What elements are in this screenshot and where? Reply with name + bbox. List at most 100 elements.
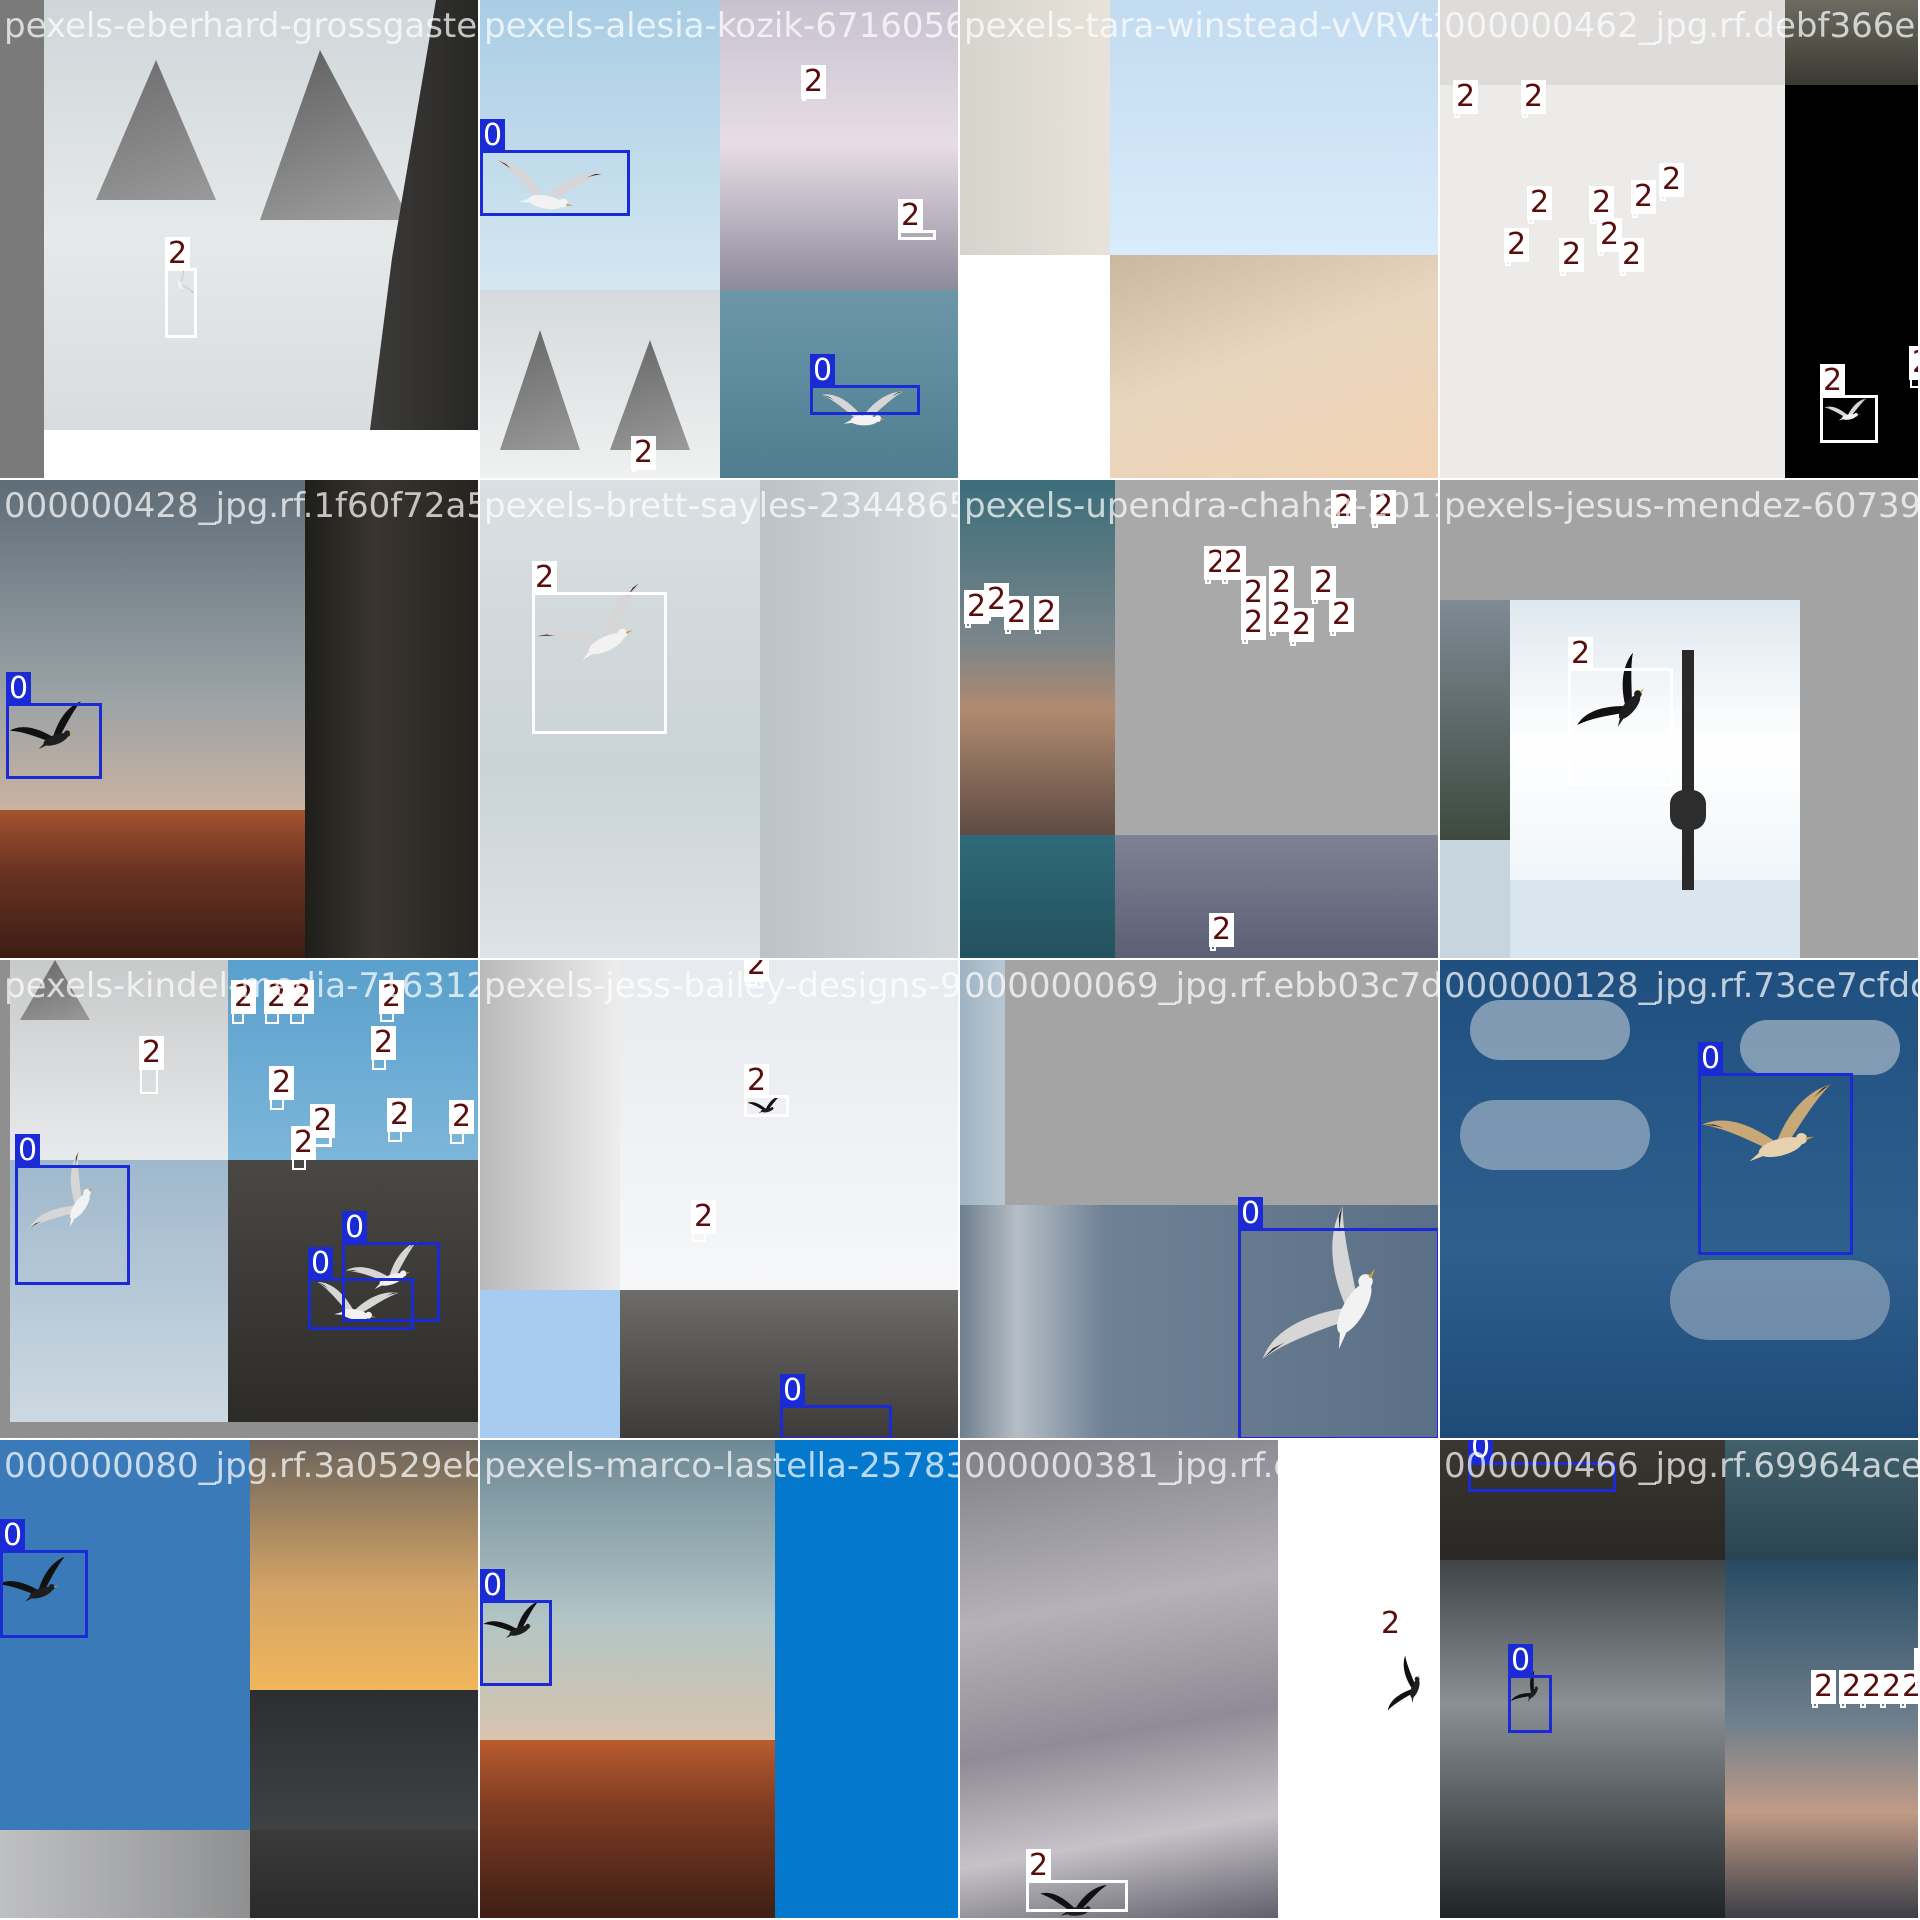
mosaic-tile: 0222pexels-jess-bailey-designs-929770_jp… [480, 960, 960, 1440]
bbox-class-2: 2 [379, 980, 405, 1022]
class-label: 2 [1269, 566, 1295, 600]
image-region [775, 1440, 958, 1918]
mosaic-tile: 0 000000069_jpg.rf.ebb03c7d63 [960, 960, 1440, 1440]
class-label: 2 [1026, 1849, 1052, 1883]
image-region [960, 480, 1115, 835]
bbox-class-2: 2 [1589, 186, 1615, 224]
image-region [1440, 1560, 1725, 1918]
bbox-class-2: 2 [1914, 1648, 1918, 1686]
class-label: 2 [1371, 490, 1397, 524]
class-label: 0 [480, 119, 506, 153]
class-label: 0 [15, 1134, 41, 1168]
class-label: 2 [1909, 346, 1918, 380]
class-label: 2 [631, 436, 657, 470]
image-region [250, 1690, 478, 1830]
bbox-class-0: 0 [1698, 1042, 1853, 1255]
bbox-class-0: 0 [6, 672, 102, 779]
class-label: 2 [1329, 598, 1355, 632]
image-region [480, 1440, 775, 1740]
bbox-class-0: 0 [15, 1134, 130, 1285]
bbox-class-2: 2 [1004, 596, 1030, 634]
mosaic-tile: 222222222222000000462_jpg.rf.debf366e3 [1440, 0, 1920, 480]
class-label: 2 [1527, 186, 1553, 220]
class-label: 2 [898, 199, 924, 233]
image-region [720, 0, 958, 290]
bbox-class-2: 2 [1659, 163, 1685, 201]
image-region [480, 1740, 775, 1918]
image-region [960, 1440, 1278, 1918]
bbox-class-0: 0 [1238, 1197, 1438, 1438]
class-label: 2 [691, 1200, 717, 1234]
class-label: 2 [1568, 637, 1594, 671]
mosaic-tile: 2pexels-brett-sayles-2344865_jpg.rf.1507… [480, 480, 960, 960]
bbox-class-2: 2 [744, 1064, 789, 1117]
bbox-class-2: 2 [1329, 598, 1355, 636]
image-region [1110, 0, 1438, 255]
image-region [1725, 1440, 1918, 1560]
image-region [44, 430, 478, 478]
bbox-class-2: 2 [1241, 606, 1267, 644]
class-label: 0 [0, 1519, 26, 1553]
class-label: 2 [231, 980, 257, 1014]
bbox-class-2: 2 [1879, 1670, 1905, 1708]
bbox-class-2: 2 [269, 1066, 295, 1110]
image-region [960, 835, 1115, 958]
image-region [960, 960, 1005, 1205]
bbox-class-2: 2 [532, 561, 667, 734]
image-region [960, 0, 1110, 255]
image-region [1440, 600, 1510, 840]
bbox-class-2: 2 [1209, 913, 1235, 951]
class-label: 2 [291, 1126, 317, 1160]
bbox-class-0: 0 [810, 354, 920, 415]
mosaic-tile: 0 000000080_jpg.rf.3a0529eb [0, 1440, 480, 1920]
class-label: 2 [1289, 608, 1315, 642]
mosaic-tile: pexels-tara-winstead-vVRVt2e1gS4-unsplas… [960, 0, 1440, 480]
class-label: 2 [1589, 186, 1615, 220]
bbox-class-0: 0 [780, 1374, 892, 1438]
class-label: 0 [480, 1569, 506, 1603]
bbox-class-2: 2 [1909, 346, 1918, 388]
bbox-class-2: 2 [165, 237, 197, 338]
bbox-class-0: 0 [308, 1247, 414, 1330]
bbox-class-2: 2 [139, 1036, 165, 1094]
class-label: 2 [449, 1100, 475, 1134]
class-label: 2 [1453, 80, 1479, 114]
image-region [960, 255, 1110, 478]
bbox-class-0: 0 [1468, 1440, 1616, 1492]
bbox-class-2: 2 [1034, 596, 1060, 634]
image-region [1440, 840, 1510, 958]
class-label: 2 [1631, 180, 1657, 214]
bbox-class-2: 2 [264, 980, 290, 1024]
image-region [250, 1440, 478, 1690]
class-label: 2 [1914, 1648, 1918, 1682]
mosaic-tile: 0 0 2 2 2 pexels-alesia-kozik-6716056 [480, 0, 960, 480]
mosaic-tile: 0 000000128_jpg.rf.73ce7cfdc [1440, 960, 1920, 1440]
image-region [1670, 790, 1706, 830]
class-label: 2 [1378, 1607, 1404, 1641]
image-region [1682, 650, 1694, 890]
class-label: 2 [269, 1066, 295, 1100]
bbox-class-2: 2 [1269, 598, 1295, 636]
mosaic-tile: 2 2 2 2 2 2 2 2 2 2 2 2 2 2 2 2 pexels-upendra-chahar-20… [960, 480, 1440, 960]
bbox-class-0: 0 [480, 119, 630, 216]
class-label: 0 [1508, 1644, 1534, 1678]
class-label: 2 [1311, 566, 1337, 600]
mosaic-tile: 2 2 000000381_jpg.rf.df8c7fcd7b [960, 1440, 1440, 1920]
bbox-class-2: 2 [1597, 218, 1623, 256]
image-region [1115, 835, 1438, 958]
mosaic-tile: 00022222222222pexels-kindel-media-716312… [0, 960, 480, 1440]
bbox-class-2: 2 [1859, 1670, 1885, 1708]
class-label: 2 [1504, 228, 1530, 262]
bbox-class-2: 2 [1289, 608, 1315, 646]
bbox-class-2: 2 [1619, 238, 1645, 276]
bbox-class-2: 2 [744, 960, 770, 986]
class-label: 2 [744, 960, 770, 982]
image-region [480, 960, 620, 1290]
image-region [1740, 1020, 1900, 1075]
bbox-class-0: 0 [480, 1569, 552, 1686]
image-region [480, 0, 720, 290]
bbox-class-2: 2 [1311, 566, 1337, 604]
image-region [305, 480, 478, 958]
bbox-class-2: 2 [1527, 186, 1553, 224]
image-region [1470, 1000, 1630, 1060]
